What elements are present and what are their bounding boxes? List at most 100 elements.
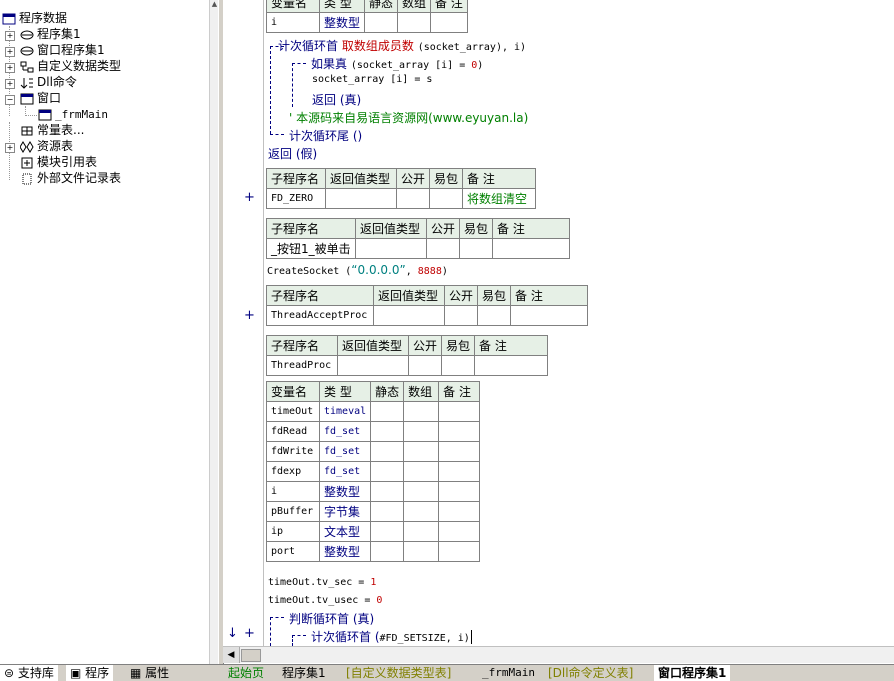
module-icon — [20, 29, 34, 41]
module-icon — [20, 45, 34, 57]
expand-icon[interactable]: + — [5, 143, 15, 153]
code-line[interactable]: 返回 (真) — [312, 91, 361, 108]
scrollbar-thumb[interactable] — [241, 649, 261, 662]
table-row[interactable]: port 整数型 — [266, 541, 481, 562]
var-name-cell[interactable]: port — [266, 541, 320, 562]
module-icon: ⊜ — [4, 666, 15, 680]
tab-support-library[interactable]: ⊜ 支持库 — [0, 665, 58, 681]
file-icon — [20, 173, 34, 185]
var-name-cell[interactable]: timeOut — [266, 401, 320, 422]
tree-root-label: 程序数据 — [19, 11, 68, 25]
constant-icon — [20, 125, 34, 137]
expand-sub-icon[interactable]: + — [244, 626, 255, 641]
var-type-cell[interactable]: 整数型 — [318, 541, 372, 562]
text-cursor: ​ — [470, 630, 472, 644]
dll-icon — [20, 77, 34, 89]
code-comment[interactable]: ' 本源码来自易语言资源网(www.eyuyan.la) — [289, 109, 528, 126]
loop-flow-line — [270, 46, 271, 134]
tree-item-dll[interactable]: Dll命令 — [20, 74, 77, 90]
expand-icon[interactable]: + — [5, 63, 15, 73]
var-name-cell[interactable]: fdRead — [266, 421, 320, 442]
sub-table-accept-proc: 子程序名 返回值类型 公开 易包 备 注 ThreadAcceptProc — [266, 285, 589, 326]
editor-gutter: + + ↓ + — [223, 0, 264, 646]
program-tree-panel: 程序数据 + 程序集1 + 窗口程序集1 + 自定义数据类型 + Dll命令 −… — [0, 0, 219, 664]
var-type-cell[interactable]: 整数型 — [318, 481, 372, 502]
expand-icon[interactable]: + — [5, 47, 15, 57]
tab-program[interactable]: ▣ 程序 — [66, 665, 114, 681]
var-name-cell[interactable]: i — [266, 481, 320, 502]
expand-icon[interactable]: + — [5, 31, 15, 41]
editor-tab-custom-types[interactable]: [自定义数据类型表] — [346, 665, 451, 681]
table-row[interactable]: FD_ZERO 将数组清空 — [266, 188, 537, 209]
loop-flow-line — [292, 635, 293, 646]
expand-icon[interactable]: + — [5, 79, 15, 89]
scroll-left-icon[interactable]: ◀ — [223, 647, 240, 663]
tree-item-window-module[interactable]: 窗口程序集1 — [20, 42, 105, 58]
editor-tab-window-module-active[interactable]: 窗口程序集1 — [654, 665, 731, 681]
tree-item-resources[interactable]: 资源表 — [19, 138, 73, 154]
table-row[interactable]: ThreadAcceptProc — [266, 305, 589, 326]
tree-item-custom-types[interactable]: 自定义数据类型 — [20, 58, 121, 74]
if-flow-line — [292, 63, 293, 107]
while-flow-line — [270, 617, 284, 618]
while-flow-line — [270, 617, 271, 646]
expand-sub-icon[interactable]: + — [244, 190, 255, 205]
code-line[interactable]: socket_array [i] = s — [312, 74, 432, 85]
loop-flow-line — [270, 134, 284, 135]
current-line-arrow-icon: ↓ — [227, 626, 238, 641]
table-row[interactable]: ip 文本型 — [266, 521, 481, 542]
table-row[interactable]: pBuffer 字节集 — [266, 501, 481, 522]
table-row[interactable]: timeOut timeval — [266, 401, 481, 422]
var-name-cell[interactable]: pBuffer — [266, 501, 320, 522]
var-type-cell[interactable]: fd_set — [318, 421, 372, 442]
sub-table-fd-zero: 子程序名 返回值类型 公开 易包 备 注 FD_ZERO 将数组清空 — [266, 168, 537, 209]
local-var-table: 变量名 类 型 静态 数组 备 注 i 整数型 — [266, 0, 469, 33]
tree-item-constants[interactable]: 常量表... — [20, 122, 84, 138]
table-row[interactable]: i 整数型 — [266, 12, 469, 33]
tab-properties[interactable]: ▦ 属性 — [126, 665, 173, 681]
code-line[interactable]: 如果真 (socket_array [i] = 0) — [311, 55, 483, 72]
table-row[interactable]: fdRead fd_set — [266, 421, 481, 442]
window-icon — [20, 93, 34, 105]
code-line[interactable]: 计次循环尾 () — [289, 127, 362, 144]
var-type-cell[interactable]: fd_set — [318, 441, 372, 462]
editor-tab-start-page[interactable]: 起始页 — [228, 665, 264, 681]
var-type-cell[interactable]: timeval — [318, 401, 372, 422]
table-row[interactable]: fdexp fd_set — [266, 461, 481, 482]
code-line[interactable]: 返回 (假) — [268, 145, 317, 162]
sub-table-button-click: 子程序名 返回值类型 公开 易包 备 注 _按钮1_被单击 — [266, 218, 571, 259]
code-line[interactable]: 判断循环首 (真) — [289, 610, 374, 627]
code-line[interactable]: 计次循环首 (#FD_SETSIZE, i)​ — [311, 628, 472, 645]
resource-icon — [19, 140, 34, 153]
editor-tab-dll-table[interactable]: [Dll命令定义表] — [548, 665, 633, 681]
code-line[interactable]: timeOut.tv_usec = 0 — [268, 592, 382, 606]
table-row[interactable]: _按钮1_被单击 — [266, 238, 571, 259]
tree-item-module-refs[interactable]: 模块引用表 — [20, 154, 97, 170]
table-row[interactable]: fdWrite fd_set — [266, 441, 481, 462]
editor-horizontal-scrollbar[interactable]: ◀ — [223, 646, 894, 663]
var-name-cell[interactable]: fdWrite — [266, 441, 320, 462]
collapse-icon[interactable]: − — [5, 95, 15, 105]
table-row[interactable]: ThreadProc — [266, 355, 549, 376]
tree-item-external-files[interactable]: 外部文件记录表 — [20, 170, 121, 186]
property-icon: ▦ — [130, 666, 142, 680]
expand-sub-icon[interactable]: + — [244, 308, 255, 323]
tree-item-module1[interactable]: 程序集1 — [20, 26, 81, 42]
editor-tab-frmmain[interactable]: _frmMain — [482, 665, 535, 681]
var-type-cell[interactable]: fd_set — [318, 461, 372, 482]
code-line[interactable]: 计次循环首 取数组成员数 (socket_array), i) — [278, 37, 526, 54]
scroll-up-icon[interactable]: ▲ — [211, 0, 218, 12]
var-name-cell[interactable]: ip — [266, 521, 320, 542]
tree-root[interactable]: 程序数据 — [2, 10, 67, 26]
var-type-cell[interactable]: 字节集 — [318, 501, 372, 522]
tree-item-window[interactable]: 窗口 — [20, 90, 61, 106]
code-editor[interactable]: + + ↓ + 变量名 类 型 静态 数组 备 注 i 整数型 计次循环首 取数… — [223, 0, 894, 646]
editor-tab-module1[interactable]: 程序集1 — [282, 665, 326, 681]
code-line[interactable]: timeOut.tv_sec = 1 — [268, 574, 376, 588]
var-type-cell[interactable]: 文本型 — [318, 521, 372, 542]
tree-item-frmmain[interactable]: _frmMain — [38, 106, 108, 122]
module-ref-icon — [20, 157, 34, 169]
code-line[interactable]: CreateSocket (“0.0.0.0”, 8888) — [267, 263, 448, 277]
table-row[interactable]: i 整数型 — [266, 481, 481, 502]
var-name-cell[interactable]: fdexp — [266, 461, 320, 482]
